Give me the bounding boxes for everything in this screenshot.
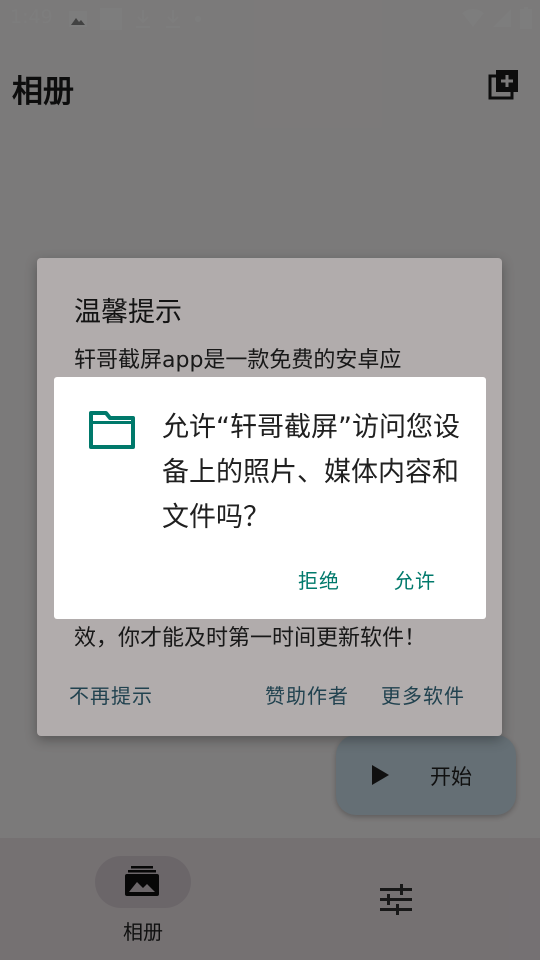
permission-message: 允许“轩哥截屏”访问您设备上的照片、媒体内容和文件吗？ <box>162 412 460 533</box>
allow-button[interactable]: 允许 <box>394 565 436 594</box>
deny-button[interactable]: 拒绝 <box>298 565 340 594</box>
folder-icon <box>89 411 135 449</box>
permission-dialog: 允许“轩哥截屏”访问您设备上的照片、媒体内容和文件吗？ 拒绝 允许 <box>54 377 486 619</box>
app-screen: 1:49 相册 开始 相册 温馨提示 轩哥截屏app是一款免费的安卓应 效，你才… <box>0 0 540 960</box>
